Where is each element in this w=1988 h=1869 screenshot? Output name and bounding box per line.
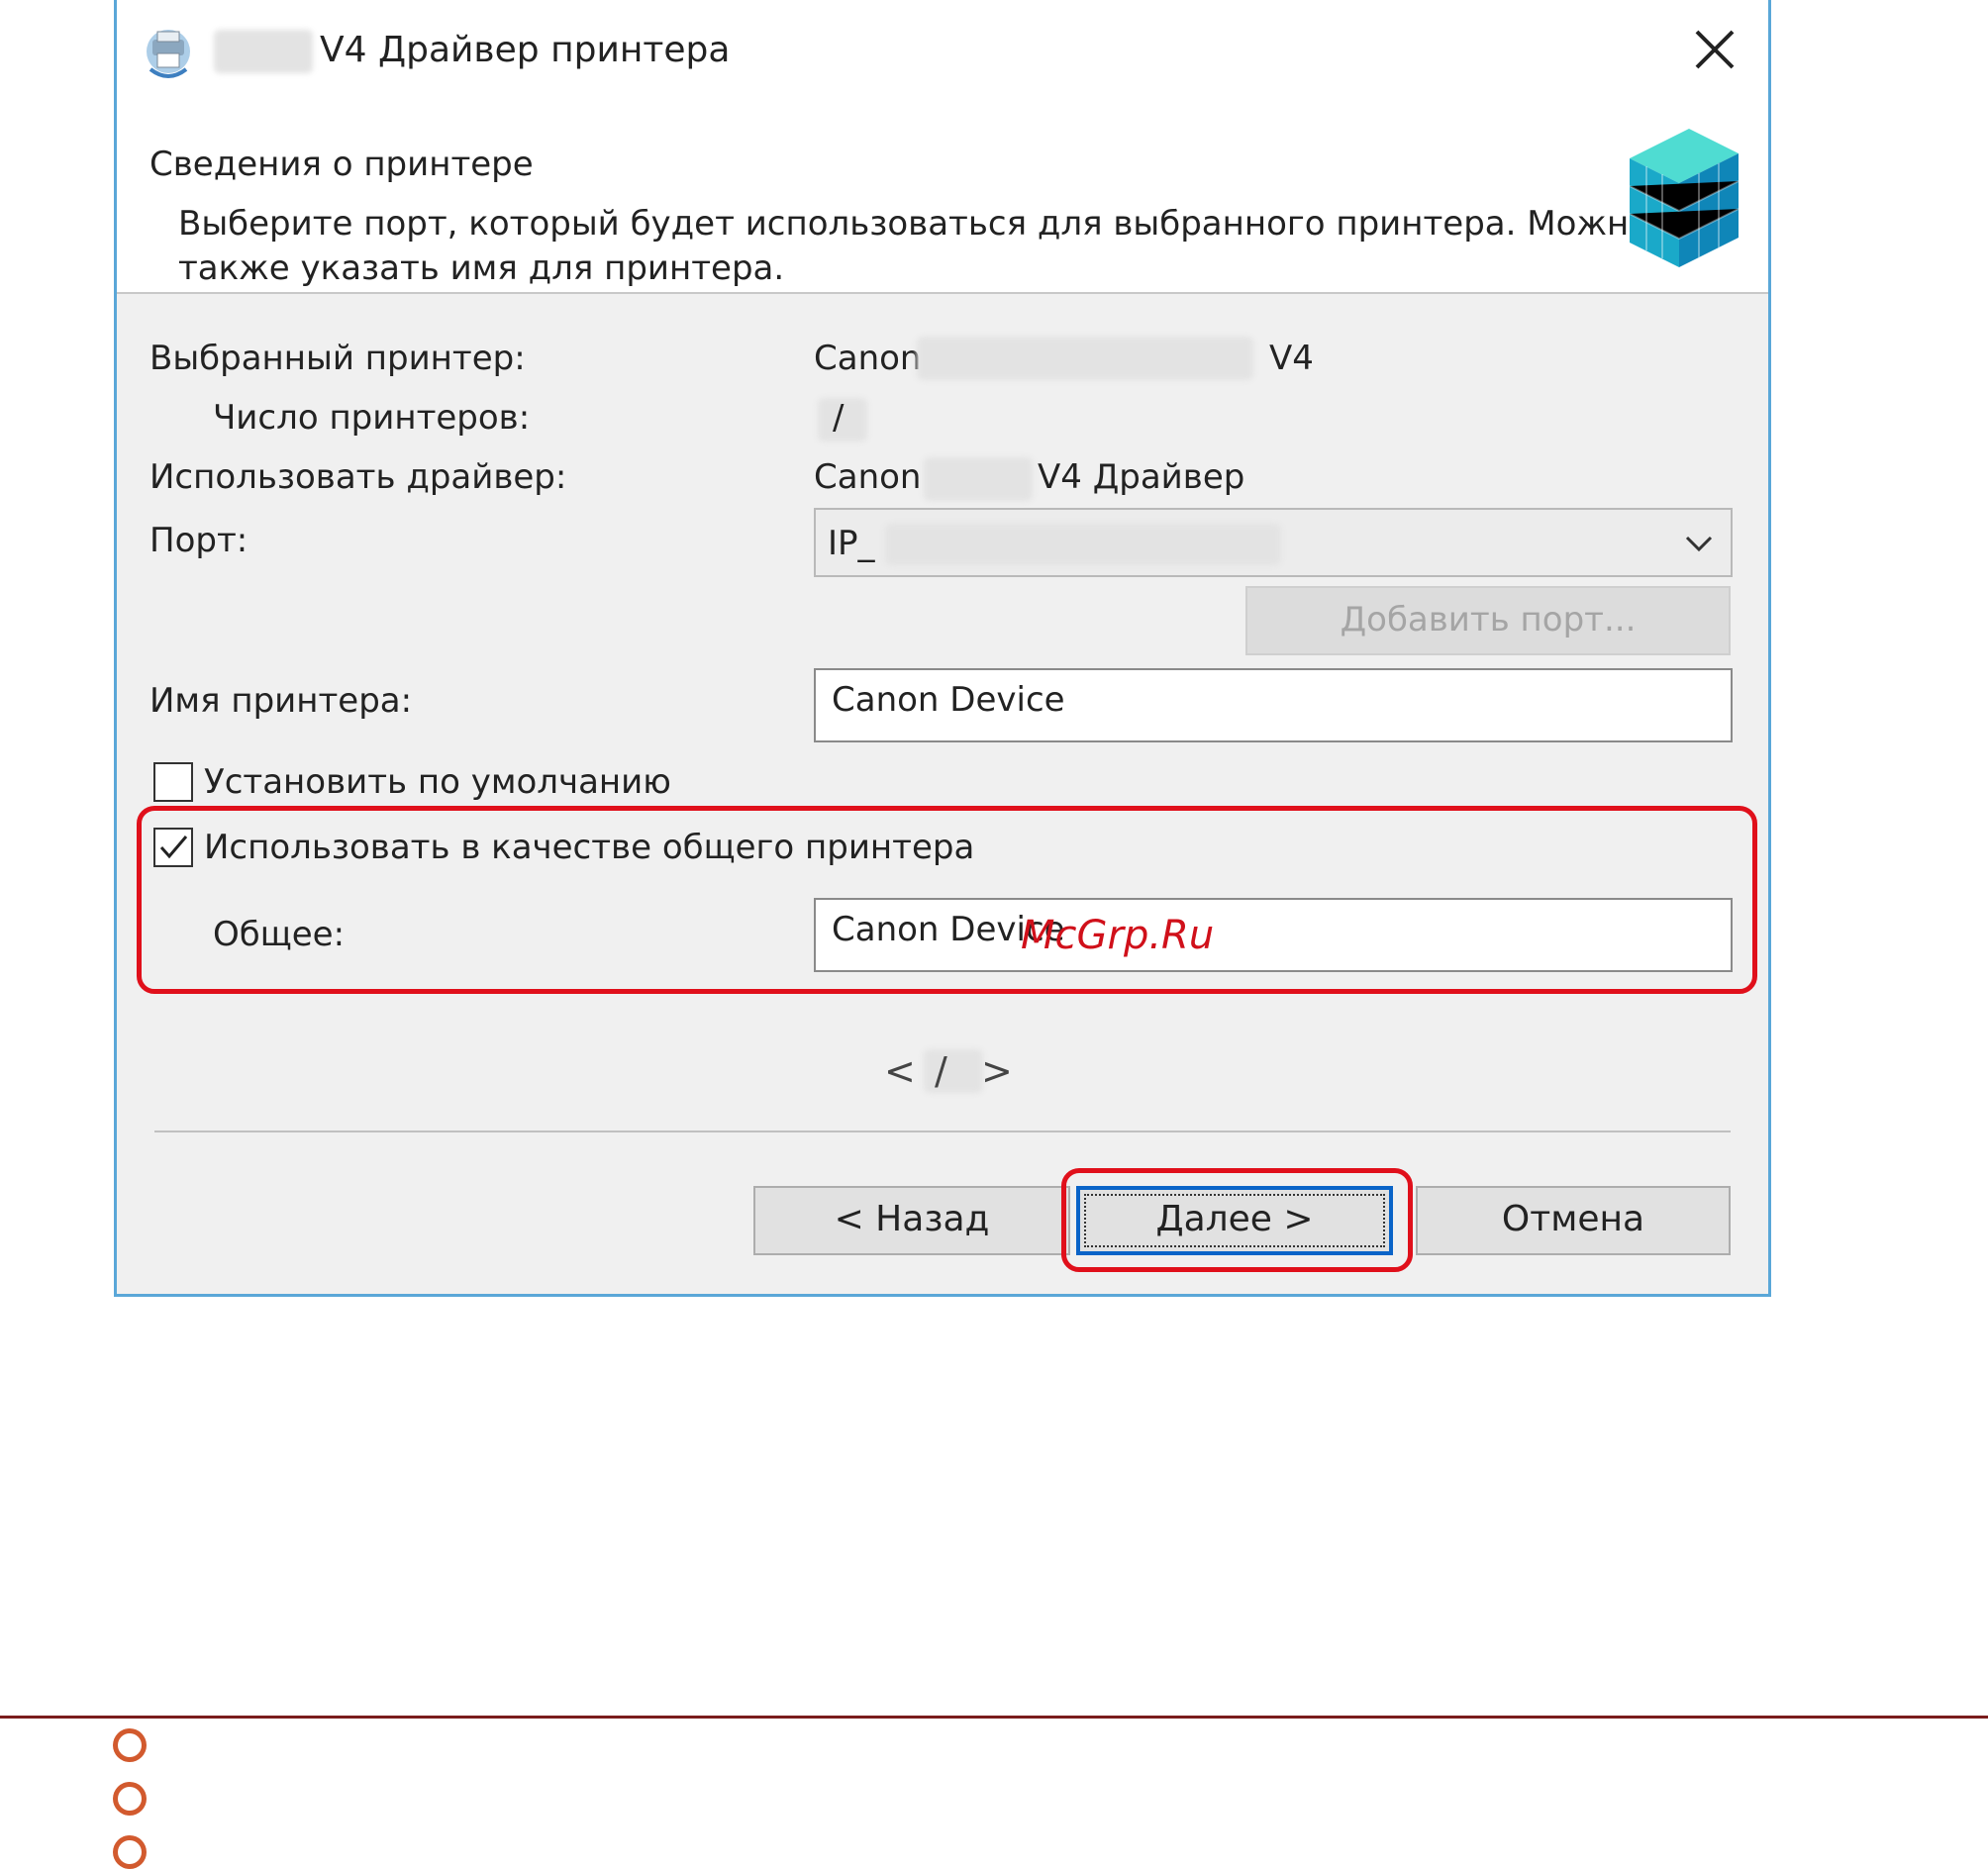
title-bar: V4 Драйвер принтера [117,0,1768,109]
set-default-label: Установить по умолчанию [204,762,671,802]
page-divider [0,1716,1988,1719]
driver-redacted [924,457,1033,501]
port-redacted [885,524,1281,565]
next-highlight-frame [1061,1168,1413,1272]
title-redacted [214,30,313,73]
printer-driver-icon [147,30,190,78]
share-checkbox[interactable] [153,828,193,867]
header-separator [117,292,1768,294]
share-label: Использовать в качестве общего принтера [204,828,975,867]
bullet-arrow-icon [113,1782,147,1816]
pager-redacted [924,1049,983,1093]
window-title: V4 Драйвер принтера [320,30,731,70]
driver-prefix: Canon [814,457,922,497]
checkmark-icon [159,836,188,859]
set-default-checkbox[interactable] [153,762,193,802]
footer-separator [154,1131,1731,1132]
prev-printer-button[interactable]: < [884,1049,916,1093]
share-name-label: Общее: [213,915,346,954]
port-dropdown[interactable]: IP_ [814,508,1733,577]
back-button[interactable]: < Назад [753,1186,1070,1255]
cancel-button[interactable]: Отмена [1416,1186,1731,1255]
bullet-arrow-icon [113,1728,147,1762]
printer-name-label: Имя принтера: [149,681,413,721]
port-label: Порт: [149,521,248,560]
wizard-header: Сведения о принтере Выберите порт, котор… [117,109,1768,292]
bullet-arrow-icon [113,1835,147,1869]
selected-printer-label: Выбранный принтер: [149,339,526,378]
header-title: Сведения о принтере [149,145,534,184]
driver-suffix: V4 Драйвер [1038,457,1245,497]
printer-count-label: Число принтеров: [213,398,531,438]
header-description: Выберите порт, который будет использоват… [178,204,1650,288]
watermark: McGrp.Ru [1021,913,1215,958]
driver-label: Использовать драйвер: [149,457,567,497]
selected-printer-prefix: Canon [814,339,922,378]
printer-name-field[interactable]: Canon Device [814,668,1733,742]
port-value: IP_ [828,524,875,563]
selected-printer-redacted [917,337,1253,380]
printer-count-value: / [833,398,845,438]
chevron-down-icon [1685,536,1713,552]
close-icon[interactable] [1691,26,1739,73]
add-port-button[interactable]: Добавить порт... [1245,586,1731,655]
printer-driver-dialog: V4 Драйвер принтера Сведения о принтере … [114,0,1771,1297]
next-printer-button[interactable]: > [981,1049,1013,1093]
selected-printer-suffix: V4 [1269,339,1314,378]
share-name-field[interactable]: Canon Device [814,898,1733,972]
cube-icon [1629,129,1740,267]
pager-separator: / [935,1049,947,1093]
